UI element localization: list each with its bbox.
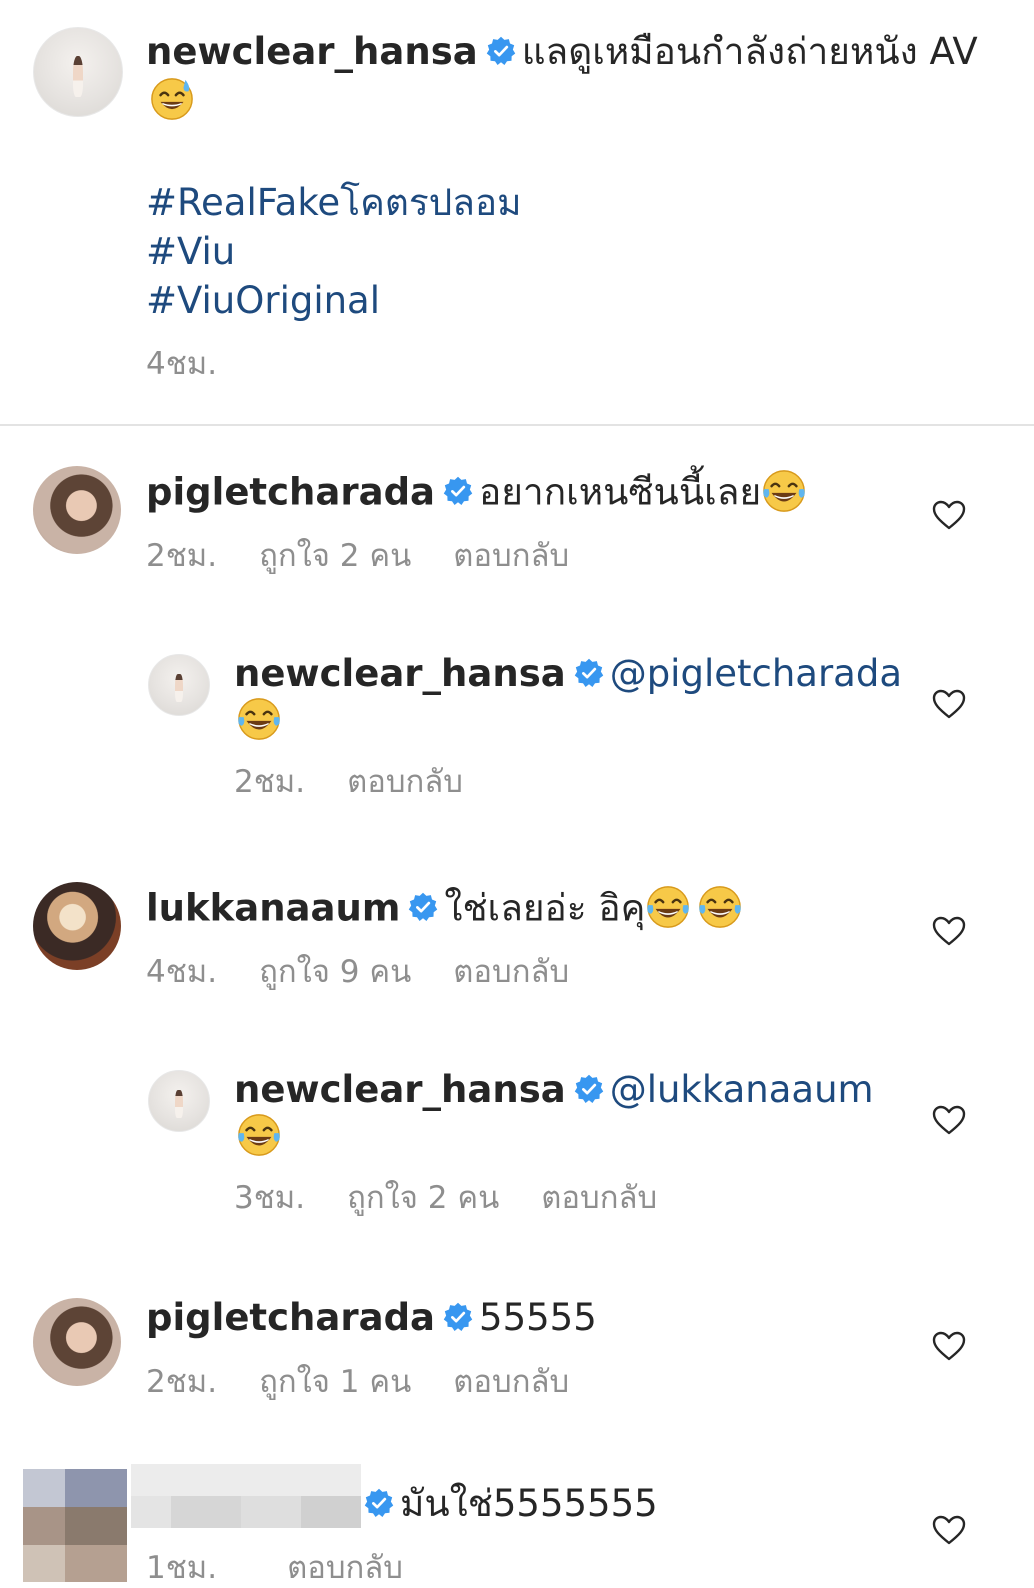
divider [0,424,1034,426]
reply-button[interactable]: ตอบกลับ [453,1364,569,1400]
like-heart-icon[interactable] [932,689,966,719]
avatar[interactable] [148,1070,210,1132]
hashtag-viuoriginal[interactable]: #ViuOriginal [146,276,380,326]
reply-time: 3ชม. [234,1180,306,1216]
avatar-pixelated[interactable] [23,1469,127,1582]
verified-badge-icon [486,36,516,66]
like-heart-icon[interactable] [932,1515,966,1545]
caption-time: 4ชม. [146,346,218,382]
verified-badge-icon [443,476,473,506]
comment-time: 2ชม. [146,1364,218,1400]
reply-username[interactable]: newclear_hansa [234,652,566,695]
reply-button[interactable]: ตอบกลับ [453,538,569,574]
tears-of-joy-emoji-icon [236,1112,282,1158]
username-pixelated[interactable] [131,1464,361,1528]
likes-count[interactable]: ถูกใจ 9 คน [259,954,411,990]
verified-badge-icon [574,1074,604,1104]
caption-username[interactable]: newclear_hansa [146,30,478,73]
reply-newclear-hansa: newclear_hansa @lukkanaaum [234,1068,914,1112]
reply-meta: 3ชม. ถูกใจ 2 คน ตอบกลับ [234,1178,699,1218]
comment-masked-user: มันใช่5555555 [364,1482,924,1526]
like-heart-icon[interactable] [932,916,966,946]
comment-username[interactable]: lukkanaaum [146,887,400,930]
comment-pigletcharada: pigletcharada 55555 [146,1296,906,1340]
mention-link[interactable]: @lukkanaaum [610,1068,874,1111]
like-heart-icon[interactable] [932,1105,966,1135]
tears-of-joy-emoji-icon [761,468,807,514]
reply-meta: 2ชม. ตอบกลับ [234,762,505,802]
reply-button[interactable]: ตอบกลับ [453,954,569,990]
avatar[interactable] [33,466,121,554]
like-heart-icon[interactable] [932,1331,966,1361]
comment-text: อยากเหนซีนนี้เลย [479,470,762,514]
comment-meta: 2ชม. ถูกใจ 2 คน ตอบกลับ [146,536,611,576]
comment-meta: 2ชม. ถูกใจ 1 คน ตอบกลับ [146,1362,611,1402]
comment-meta: 1ชม. ตอบกลับ [146,1548,445,1588]
comment-time: 2ชม. [146,538,218,574]
reply-button[interactable]: ตอบกลับ [287,1550,403,1586]
reply-button[interactable]: ตอบกลับ [347,764,463,800]
hashtag-realfake[interactable]: #RealFakeโคตรปลอม [146,178,522,228]
reply-time: 2ชม. [234,764,306,800]
comment-time: 4ชม. [146,954,218,990]
comment-pigletcharada: pigletcharada อยากเหนซีนนี้เลย [146,468,906,520]
comment-lukkanaaum: lukkanaaum ใช่เลยอ่ะ อิคุ [146,884,906,936]
avatar[interactable] [33,27,123,117]
reply-username[interactable]: newclear_hansa [234,1068,566,1111]
comment-text: 55555 [479,1296,597,1339]
verified-badge-icon [443,1302,473,1332]
reply-newclear-hansa: newclear_hansa @pigletcharada [234,652,914,696]
verified-badge-icon [364,1488,394,1518]
comment-time: 1ชม. [146,1550,218,1586]
likes-count[interactable]: ถูกใจ 2 คน [347,1180,499,1216]
sweat-smile-emoji-icon [149,76,195,122]
comment-meta: 4ชม. ถูกใจ 9 คน ตอบกลับ [146,952,611,992]
caption: newclear_hansa แลดูเหมือนกำลังถ่ายหนัง AV [146,30,1006,74]
like-heart-icon[interactable] [932,500,966,530]
verified-badge-icon [574,658,604,688]
mention-link[interactable]: @pigletcharada [610,652,902,695]
reply-button[interactable]: ตอบกลับ [541,1180,657,1216]
avatar[interactable] [33,882,121,970]
likes-count[interactable]: ถูกใจ 2 คน [259,538,411,574]
tears-of-joy-emoji-icon [697,884,743,930]
caption-text: แลดูเหมือนกำลังถ่ายหนัง AV [521,30,978,73]
comment-text: มันใช่5555555 [400,1482,658,1525]
verified-badge-icon [408,892,438,922]
comment-text: ใช่เลยอ่ะ อิคุ [444,886,646,930]
comment-username[interactable]: pigletcharada [146,471,435,514]
tears-of-joy-emoji-icon [645,884,691,930]
tears-of-joy-emoji-icon [236,696,282,742]
avatar[interactable] [148,654,210,716]
avatar[interactable] [33,1298,121,1386]
likes-count[interactable]: ถูกใจ 1 คน [259,1364,411,1400]
hashtag-viu[interactable]: #Viu [146,227,235,277]
comment-username[interactable]: pigletcharada [146,1296,435,1339]
